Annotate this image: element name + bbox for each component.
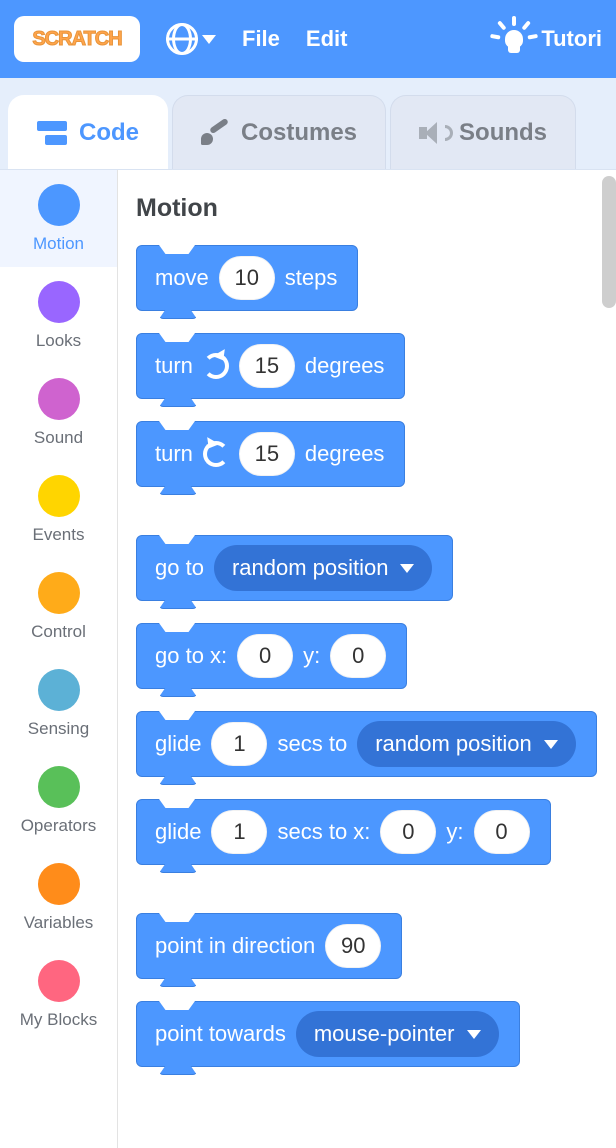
block-text: steps (285, 265, 338, 291)
category-label: Control (31, 622, 86, 642)
chevron-down-icon (400, 564, 414, 573)
category-label: Variables (24, 913, 94, 933)
category-label: Events (33, 525, 85, 545)
category-my-blocks[interactable]: My Blocks (0, 946, 117, 1043)
category-motion[interactable]: Motion (0, 170, 117, 267)
tab-costumes-label: Costumes (241, 119, 357, 147)
dropdown-go-to[interactable]: random position (214, 545, 433, 591)
tutorials-label: Tutori (541, 26, 602, 52)
sound-dot-icon (38, 378, 80, 420)
block-go-to-xy[interactable]: go to x: 0 y: 0 (136, 623, 407, 689)
chevron-down-icon (202, 35, 216, 44)
editor-main: Motion Looks Sound Events Control Sensin… (0, 170, 616, 1148)
category-label: Sensing (28, 719, 89, 739)
block-point-towards[interactable]: point towards mouse-pointer (136, 1001, 520, 1067)
input-steps[interactable]: 10 (219, 256, 275, 300)
operators-dot-icon (38, 766, 80, 808)
category-label: Motion (33, 234, 84, 254)
block-text: go to x: (155, 643, 227, 669)
tab-code-label: Code (79, 119, 139, 147)
block-text: glide (155, 731, 201, 757)
block-text: turn (155, 441, 193, 467)
tab-code[interactable]: Code (8, 95, 168, 169)
speaker-icon (419, 122, 447, 144)
lightbulb-icon (495, 20, 533, 58)
editor-tabs: Code Costumes Sounds (0, 78, 616, 170)
top-menu-bar: SCRATCH File Edit Tutori (0, 0, 616, 78)
category-events[interactable]: Events (0, 461, 117, 558)
block-move-steps[interactable]: move 10 steps (136, 245, 358, 311)
category-sound[interactable]: Sound (0, 364, 117, 461)
block-point-direction[interactable]: point in direction 90 (136, 913, 402, 979)
category-label: Looks (36, 331, 81, 351)
input-direction[interactable]: 90 (325, 924, 381, 968)
block-text: y: (446, 819, 463, 845)
block-go-to-menu[interactable]: go to random position (136, 535, 453, 601)
input-secs[interactable]: 1 (211, 722, 267, 766)
block-turn-ccw[interactable]: turn 15 degrees (136, 421, 405, 487)
category-variables[interactable]: Variables (0, 849, 117, 946)
block-turn-cw[interactable]: turn 15 degrees (136, 333, 405, 399)
input-y[interactable]: 0 (474, 810, 530, 854)
sensing-dot-icon (38, 669, 80, 711)
category-palette: Motion Looks Sound Events Control Sensin… (0, 170, 118, 1148)
dropdown-label: mouse-pointer (314, 1021, 455, 1047)
chevron-down-icon (467, 1030, 481, 1039)
myblocks-dot-icon (38, 960, 80, 1002)
category-label: Operators (21, 816, 97, 836)
category-heading: Motion (136, 194, 598, 223)
input-x[interactable]: 0 (380, 810, 436, 854)
tab-sounds-label: Sounds (459, 119, 547, 147)
block-workspace[interactable]: Motion move 10 steps turn 15 degrees tur… (118, 170, 616, 1148)
input-degrees[interactable]: 15 (239, 432, 295, 476)
block-glide-to-xy[interactable]: glide 1 secs to x: 0 y: 0 (136, 799, 551, 865)
input-x[interactable]: 0 (237, 634, 293, 678)
file-menu[interactable]: File (242, 26, 280, 52)
events-dot-icon (38, 475, 80, 517)
category-control[interactable]: Control (0, 558, 117, 655)
control-dot-icon (38, 572, 80, 614)
rotate-ccw-icon (203, 441, 229, 467)
tab-costumes[interactable]: Costumes (172, 95, 386, 169)
scrollbar[interactable] (602, 176, 616, 308)
logo-text: SCRATCH (32, 28, 121, 51)
block-text: go to (155, 555, 204, 581)
tutorials-button[interactable]: Tutori (495, 20, 602, 58)
category-sensing[interactable]: Sensing (0, 655, 117, 752)
category-operators[interactable]: Operators (0, 752, 117, 849)
variables-dot-icon (38, 863, 80, 905)
dropdown-label: random position (375, 731, 532, 757)
dropdown-point-towards[interactable]: mouse-pointer (296, 1011, 499, 1057)
tab-sounds[interactable]: Sounds (390, 95, 576, 169)
scratch-logo[interactable]: SCRATCH (14, 16, 140, 62)
category-label: Sound (34, 428, 83, 448)
block-text: secs to x: (277, 819, 370, 845)
dropdown-glide-to[interactable]: random position (357, 721, 576, 767)
edit-menu[interactable]: Edit (306, 26, 348, 52)
block-text: degrees (305, 441, 385, 467)
block-text: point towards (155, 1021, 286, 1047)
input-y[interactable]: 0 (330, 634, 386, 678)
block-text: degrees (305, 353, 385, 379)
globe-icon (166, 23, 198, 55)
looks-dot-icon (38, 281, 80, 323)
block-glide-to-menu[interactable]: glide 1 secs to random position (136, 711, 597, 777)
dropdown-label: random position (232, 555, 389, 581)
motion-dot-icon (38, 184, 80, 226)
input-degrees[interactable]: 15 (239, 344, 295, 388)
language-menu[interactable] (166, 23, 216, 55)
category-looks[interactable]: Looks (0, 267, 117, 364)
block-text: point in direction (155, 933, 315, 959)
block-text: y: (303, 643, 320, 669)
input-secs[interactable]: 1 (211, 810, 267, 854)
code-icon (37, 121, 67, 145)
chevron-down-icon (544, 740, 558, 749)
block-text: glide (155, 819, 201, 845)
category-label: My Blocks (20, 1010, 97, 1030)
rotate-cw-icon (203, 353, 229, 379)
block-text: secs to (277, 731, 347, 757)
block-text: move (155, 265, 209, 291)
paintbrush-icon (201, 119, 229, 147)
block-text: turn (155, 353, 193, 379)
